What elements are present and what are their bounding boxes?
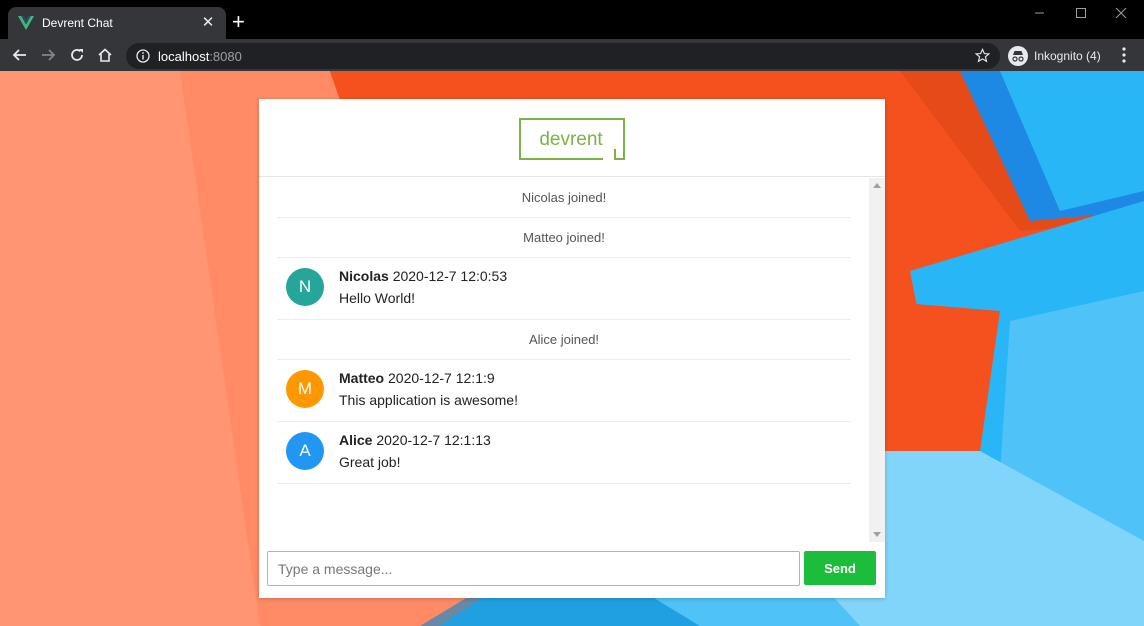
profile-label: Inkognito (4) (1034, 49, 1101, 63)
chat-window: devrent Nicolas joined! Matteo joined! N… (259, 99, 885, 598)
scroll-up-icon[interactable] (873, 183, 881, 188)
home-button[interactable] (95, 45, 115, 65)
join-text: Alice joined! (528, 332, 600, 347)
incognito-icon (1008, 46, 1028, 66)
avatar: M (286, 370, 324, 408)
back-button[interactable] (10, 45, 30, 65)
address-bar[interactable]: localhost:8080 (126, 43, 1000, 69)
home-icon (98, 48, 112, 62)
url-port: :8080 (209, 48, 242, 64)
avatar: A (286, 432, 324, 470)
more-menu-icon[interactable] (1118, 45, 1130, 65)
browser-tab[interactable]: Devrent Chat ✕ (8, 7, 226, 39)
avatar: N (286, 268, 324, 306)
message-timestamp: 2020-12-7 12:1:9 (388, 370, 495, 386)
join-notice: Nicolas joined! (277, 178, 851, 218)
join-text: Nicolas joined! (521, 190, 607, 205)
tab-title: Devrent Chat (42, 16, 113, 30)
join-notice: Alice joined! (277, 320, 851, 360)
arrow-left-icon (12, 49, 26, 61)
message-scrollbar[interactable] (869, 178, 885, 542)
maximize-icon[interactable] (1066, 8, 1096, 18)
reload-icon (71, 49, 83, 61)
message-text: This application is awesome! (339, 392, 518, 408)
browser-titlebar: Devrent Chat ✕ + (0, 0, 1144, 39)
chat-message: M Matteo 2020-12-7 12:1:9 This applicati… (277, 360, 851, 422)
message-input[interactable] (267, 551, 800, 586)
new-tab-button[interactable]: + (232, 11, 245, 33)
close-tab-icon[interactable]: ✕ (200, 15, 216, 31)
scroll-down-icon[interactable] (873, 532, 881, 537)
devrent-logo: devrent (519, 117, 625, 160)
message-text: Hello World! (339, 290, 415, 306)
arrow-right-icon (42, 49, 56, 61)
message-timestamp: 2020-12-7 12:0:53 (392, 268, 508, 284)
minimize-icon[interactable] (1024, 8, 1054, 18)
page-background: devrent Nicolas joined! Matteo joined! N… (0, 71, 1144, 626)
browser-toolbar: localhost:8080 Inkognito (4) (0, 39, 1144, 71)
chat-message: N Nicolas 2020-12-7 12:0:53 Hello World! (277, 258, 851, 320)
chat-message: A Alice 2020-12-7 12:1:13 Great job! (277, 422, 851, 484)
url-host: localhost (158, 48, 210, 64)
message-text: Great job! (339, 454, 401, 470)
incognito-profile-button[interactable]: Inkognito (4) (1008, 43, 1101, 69)
reload-button[interactable] (67, 45, 87, 65)
close-window-icon[interactable] (1106, 8, 1136, 18)
join-notice: Matteo joined! (277, 218, 851, 258)
message-composer: Send (267, 551, 877, 586)
info-icon[interactable] (136, 49, 150, 63)
message-author: Nicolas (339, 268, 389, 284)
message-author: Matteo (339, 370, 385, 386)
chat-header: devrent (259, 99, 885, 177)
send-button[interactable]: Send (804, 551, 876, 585)
vue-icon (18, 16, 34, 30)
message-author: Alice (339, 432, 373, 448)
message-list[interactable]: Nicolas joined! Matteo joined! N Nicolas… (259, 178, 869, 542)
join-text: Matteo joined! (523, 230, 605, 245)
forward-button[interactable] (38, 45, 58, 65)
svg-text:devrent: devrent (539, 129, 603, 150)
bookmark-star-icon[interactable] (975, 48, 990, 63)
message-timestamp: 2020-12-7 12:1:13 (376, 432, 491, 448)
